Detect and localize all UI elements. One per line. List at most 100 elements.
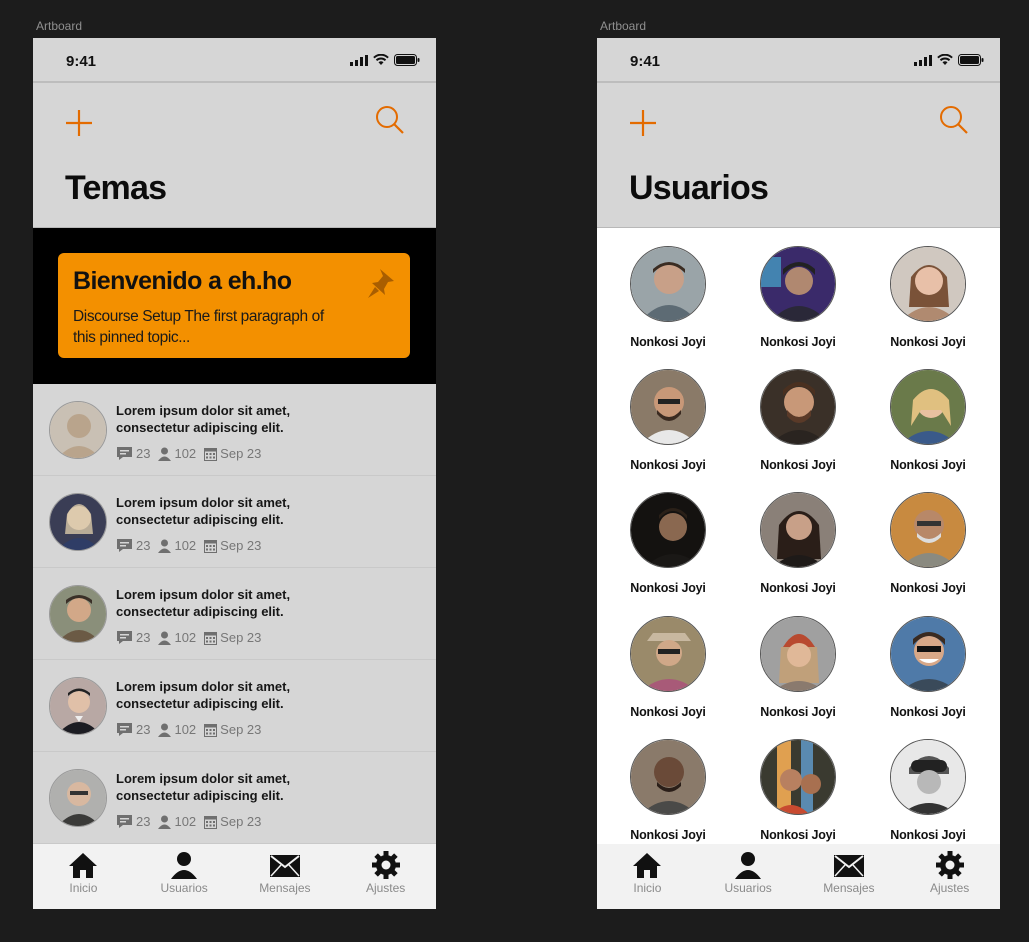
topic-date: Sep 23 (220, 538, 262, 553)
comment-icon (117, 539, 132, 552)
topic-date: Sep 23 (220, 446, 262, 461)
user-icon (171, 852, 198, 879)
user-icon (158, 539, 172, 553)
user-card[interactable]: Nonkosi Joyi (608, 739, 728, 842)
header: Temas (33, 83, 436, 228)
search-icon (376, 106, 404, 134)
tab-inicio[interactable]: Inicio (602, 844, 692, 909)
topic-date: Sep 23 (220, 722, 262, 737)
avatar (760, 739, 836, 815)
tab-usuarios[interactable]: Usuarios (703, 844, 793, 909)
topic-row[interactable]: Lorem ipsum dolor sit amet, consectetur … (33, 752, 436, 844)
tab-label: Usuarios (160, 881, 208, 895)
user-name: Nonkosi Joyi (890, 335, 966, 349)
tab-ajustes[interactable]: Ajustes (905, 844, 995, 909)
topic-meta: 23 102 Sep 23 (116, 630, 269, 645)
pinned-title: Bienvenido a eh.ho (73, 267, 292, 295)
user-card[interactable]: Nonkosi Joyi (868, 739, 988, 842)
users-grid: Nonkosi Joyi Nonkosi Joyi Nonkosi Joyi N… (597, 228, 1000, 844)
topic-row[interactable]: Lorem ipsum dolor sit amet, consectetur … (33, 384, 436, 476)
topic-date: Sep 23 (220, 630, 262, 645)
avatar (49, 493, 107, 551)
avatar (760, 616, 836, 692)
topic-meta: 23 102 Sep 23 (116, 538, 269, 553)
calendar-icon (204, 631, 218, 645)
user-card[interactable]: Nonkosi Joyi (738, 739, 858, 842)
add-topic-button[interactable] (63, 107, 95, 139)
user-card[interactable]: Nonkosi Joyi (738, 246, 858, 349)
add-button[interactable] (627, 107, 659, 139)
comment-icon (117, 447, 132, 460)
reply-count: 23 (136, 538, 151, 553)
user-count: 102 (174, 722, 197, 737)
user-count: 102 (174, 630, 197, 645)
avatar (49, 677, 107, 735)
topic-row[interactable]: Lorem ipsum dolor sit amet, consectetur … (33, 476, 436, 568)
pinned-area: Bienvenido a eh.ho Discourse Setup The f… (33, 228, 436, 384)
battery-icon (958, 54, 984, 66)
calendar-icon (204, 815, 218, 829)
avatar (890, 246, 966, 322)
tab-inicio[interactable]: Inicio (38, 844, 128, 909)
user-card[interactable]: Nonkosi Joyi (738, 369, 858, 472)
signal-icon (914, 54, 932, 66)
user-card[interactable]: Nonkosi Joyi (738, 492, 858, 595)
tab-ajustes[interactable]: Ajustes (341, 844, 431, 909)
header: Usuarios (597, 83, 1000, 228)
status-bar: 9:41 (33, 38, 436, 83)
reply-count: 23 (136, 814, 151, 829)
topic-list: Lorem ipsum dolor sit amet, consectetur … (33, 384, 436, 844)
gear-icon (371, 851, 400, 879)
user-card[interactable]: Nonkosi Joyi (868, 616, 988, 719)
calendar-icon (204, 539, 218, 553)
status-icons (914, 54, 984, 66)
tab-usuarios[interactable]: Usuarios (139, 844, 229, 909)
user-card[interactable]: Nonkosi Joyi (738, 616, 858, 719)
user-name: Nonkosi Joyi (890, 828, 966, 842)
page-title: Temas (65, 169, 167, 207)
avatar (760, 492, 836, 568)
status-icons (350, 54, 420, 66)
artboard-label: Artboard (600, 19, 647, 33)
topic-meta: 23 102 Sep 23 (116, 722, 269, 737)
user-name: Nonkosi Joyi (630, 335, 706, 349)
battery-icon (394, 54, 420, 66)
tab-mensajes[interactable]: Mensajes (804, 844, 894, 909)
topic-date: Sep 23 (220, 814, 262, 829)
calendar-icon (204, 447, 218, 461)
user-card[interactable]: Nonkosi Joyi (608, 369, 728, 472)
user-card[interactable]: Nonkosi Joyi (608, 492, 728, 595)
avatar (49, 585, 107, 643)
topic-row[interactable]: Lorem ipsum dolor sit amet, consectetur … (33, 568, 436, 660)
search-button[interactable] (938, 104, 970, 136)
tab-label: Mensajes (823, 881, 875, 895)
topic-meta: 23 102 Sep 23 (116, 446, 269, 461)
pinned-topic-card[interactable]: Bienvenido a eh.ho Discourse Setup The f… (58, 253, 410, 358)
topic-title: Lorem ipsum dolor sit amet, consectetur … (116, 679, 291, 711)
avatar (890, 492, 966, 568)
user-card[interactable]: Nonkosi Joyi (608, 246, 728, 349)
user-card[interactable]: Nonkosi Joyi (868, 492, 988, 595)
search-button[interactable] (374, 104, 406, 136)
plus-icon (630, 110, 656, 136)
artboard-label: Artboard (36, 19, 83, 33)
user-card[interactable]: Nonkosi Joyi (868, 246, 988, 349)
user-name: Nonkosi Joyi (760, 581, 836, 595)
tab-label: Ajustes (929, 881, 970, 895)
avatar (49, 401, 107, 459)
user-name: Nonkosi Joyi (760, 335, 836, 349)
topic-row[interactable]: Lorem ipsum dolor sit amet, consectetur … (33, 660, 436, 752)
user-card[interactable]: Nonkosi Joyi (608, 616, 728, 719)
topic-title: Lorem ipsum dolor sit amet, consectetur … (116, 771, 291, 803)
temas-screen: 9:41 Temas Bienvenido a eh.ho Discourse … (33, 38, 436, 909)
topic-title: Lorem ipsum dolor sit amet, consectetur … (116, 495, 291, 527)
avatar (760, 369, 836, 445)
user-card[interactable]: Nonkosi Joyi (868, 369, 988, 472)
user-name: Nonkosi Joyi (630, 705, 706, 719)
reply-count: 23 (136, 630, 151, 645)
avatar (890, 739, 966, 815)
avatar (890, 616, 966, 692)
tab-bar: Inicio Usuarios Mensajes Ajustes (33, 844, 436, 909)
tab-label: Inicio (633, 881, 662, 895)
tab-mensajes[interactable]: Mensajes (240, 844, 330, 909)
